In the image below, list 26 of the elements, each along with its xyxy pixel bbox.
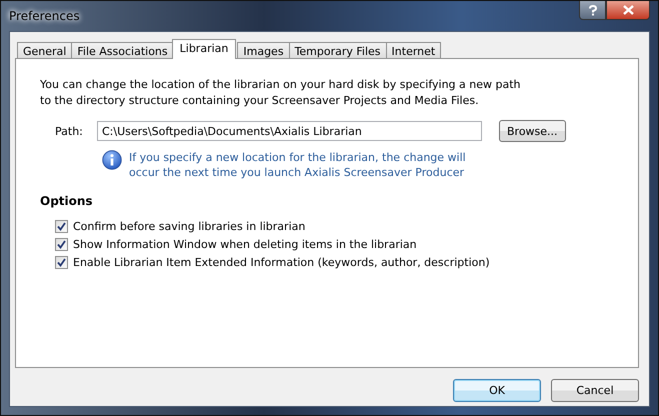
options-heading: Options	[40, 194, 94, 208]
path-field[interactable]: C:\Users\Softpedia\Documents\Axialis Librarian	[97, 121, 482, 141]
checkbox-label: Confirm before saving libraries in librarian	[73, 220, 306, 233]
browse-button[interactable]: Browse...	[499, 120, 566, 142]
checkbox[interactable]	[55, 256, 68, 269]
checkbox[interactable]	[55, 220, 68, 233]
tab[interactable]: Images	[237, 42, 290, 59]
info-text: If you specify a new location for the librarian, the change will occur the next time you launch Axialis Screensaver Producer	[129, 150, 467, 180]
tab[interactable]: Temporary Files	[288, 42, 387, 59]
tab[interactable]: File Associations	[71, 42, 174, 59]
checkbox[interactable]	[55, 238, 68, 251]
checkbox-label: Enable Librarian Item Extended Information (keywords, author, description)	[73, 256, 490, 269]
dialog-button[interactable]: OK	[453, 379, 541, 402]
description-text: You can change the location of the librarian on your hard disk by specifying a new path to the directory structure containing your Screensaver Projects and Media Files.	[40, 77, 522, 109]
close-icon	[622, 5, 634, 15]
tab[interactable]: General	[17, 42, 72, 59]
info-icon	[102, 150, 122, 170]
help-icon	[588, 4, 598, 16]
help-button[interactable]	[579, 1, 606, 20]
checkbox-label: Show Information Window when deleting items in the librarian	[73, 238, 417, 251]
tab[interactable]: Librarian	[172, 39, 236, 59]
path-label: Path:	[55, 124, 84, 138]
dialog-button[interactable]: Cancel	[551, 379, 639, 402]
tab[interactable]: Internet	[386, 42, 442, 59]
close-button[interactable]	[606, 1, 650, 20]
window-title: Preferences	[9, 9, 80, 23]
